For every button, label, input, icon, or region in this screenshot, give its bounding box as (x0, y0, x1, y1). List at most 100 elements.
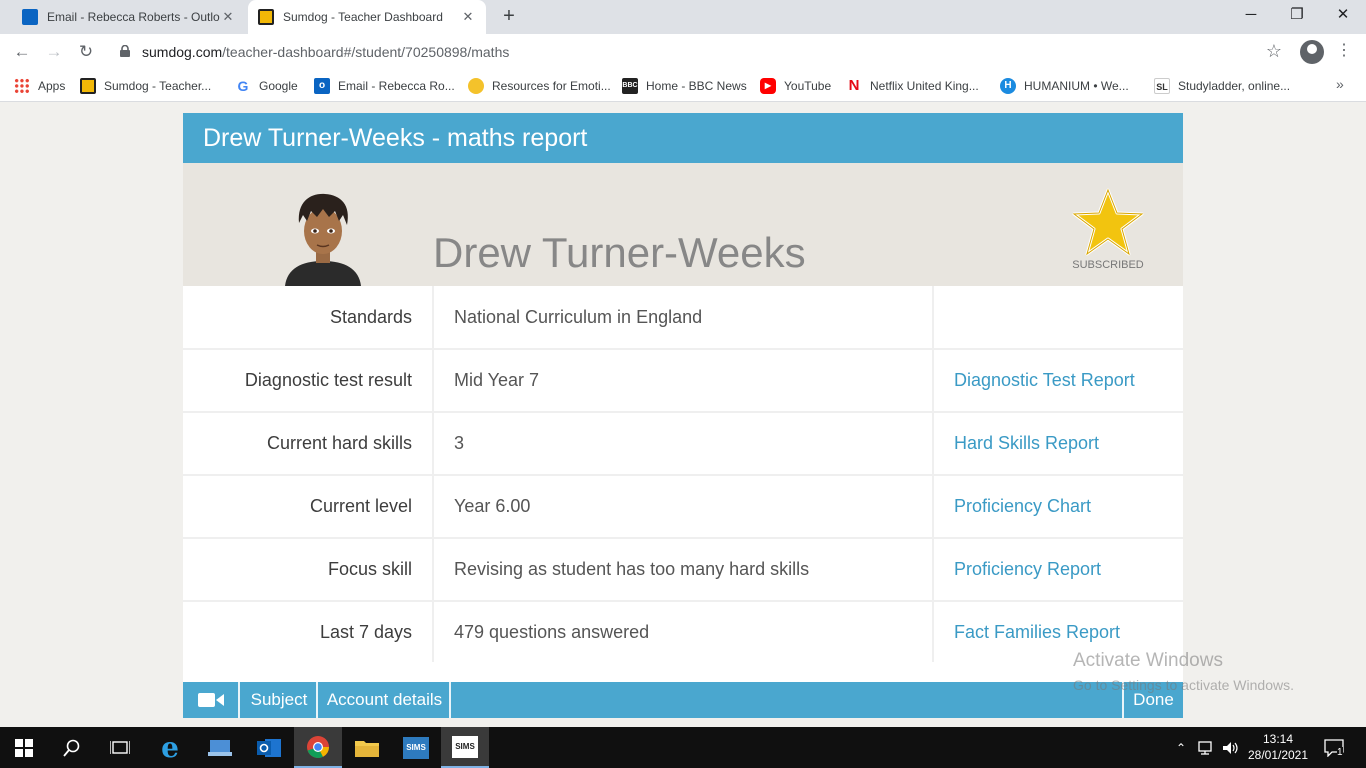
back-arrow-icon[interactable]: ← (11, 41, 33, 63)
search-icon[interactable] (48, 727, 96, 768)
bookmark-resources[interactable]: Resources for Emoti... (468, 76, 611, 96)
bookmark-netflix[interactable]: N Netflix United King... (846, 76, 979, 96)
row-value: 479 questions answered (433, 601, 934, 665)
internet-explorer-icon[interactable]: e (146, 727, 194, 768)
clock-time: 13:14 (1262, 732, 1294, 746)
clock-date: 28/01/2021 (1247, 748, 1309, 762)
bookmark-label: Home - BBC News (646, 79, 747, 93)
tab-title: Email - Rebecca Roberts - Outlook (47, 10, 220, 24)
tray-overflow-icon[interactable]: ⌃ (1176, 727, 1186, 768)
minimize-button[interactable]: ─ (1228, 0, 1274, 32)
apps-grid-icon (14, 78, 30, 94)
windows-start-icon[interactable] (0, 727, 48, 768)
tab-title: Sumdog - Teacher Dashboard (283, 10, 443, 24)
bookmarks-overflow-button[interactable]: » (1336, 76, 1344, 92)
sims-app-icon[interactable]: SIMS (392, 727, 440, 768)
file-manager-icon[interactable] (196, 727, 244, 768)
forward-arrow-icon[interactable]: → (43, 41, 65, 63)
close-tab-icon[interactable]: ✕ (220, 9, 236, 25)
bookmark-label: YouTube (784, 79, 832, 93)
subject-button[interactable]: Subject (242, 682, 318, 718)
outlook-icon[interactable] (245, 727, 293, 768)
subscribed-star-icon (1072, 188, 1144, 256)
network-icon[interactable] (1198, 727, 1216, 768)
outlook-icon: o (314, 78, 330, 94)
report-link[interactable]: Hard Skills Report (933, 412, 1183, 476)
report-card: Drew Turner-Weeks - maths report Drew Tu… (183, 113, 1183, 665)
bookmark-bbc[interactable]: BBC Home - BBC News (622, 76, 747, 96)
bookmark-google[interactable]: G Google (235, 76, 298, 96)
activate-windows-title: Activate Windows (1073, 650, 1223, 671)
bookmark-star-icon[interactable]: ☆ (1266, 41, 1282, 62)
lock-icon (120, 45, 130, 57)
report-header-title: Drew Turner-Weeks - maths report (183, 113, 1183, 163)
outlook-icon (22, 9, 38, 25)
tab-sumdog[interactable]: Sumdog - Teacher Dashboard ✕ (248, 0, 486, 34)
bookmark-label: Apps (38, 79, 66, 93)
report-link[interactable]: Proficiency Chart (933, 475, 1183, 539)
task-view-icon[interactable] (96, 727, 144, 768)
footer-bar: Subject Account details Done (183, 682, 1183, 718)
menu-kebab-icon[interactable]: ⋮ (1336, 40, 1352, 60)
report-link[interactable]: Diagnostic Test Report (933, 349, 1183, 413)
google-icon: G (237, 78, 249, 94)
report-link[interactable]: Proficiency Report (933, 538, 1183, 602)
file-explorer-icon[interactable] (343, 727, 391, 768)
report-row: Standards National Curriculum in England (183, 286, 1183, 350)
bookmark-email[interactable]: o Email - Rebecca Ro... (314, 76, 455, 96)
tab-outlook[interactable]: Email - Rebecca Roberts - Outlook ✕ (12, 0, 246, 34)
bbc-icon: BBC (622, 78, 638, 94)
row-value: Mid Year 7 (433, 349, 934, 413)
sims-app-icon-2[interactable]: SIMS (441, 727, 489, 768)
taskbar-clock[interactable]: 13:14 28/01/2021 (1244, 731, 1312, 763)
sumdog-icon (80, 78, 96, 94)
restore-button[interactable]: ❐ (1274, 0, 1320, 32)
bookmark-label: Email - Rebecca Ro... (338, 79, 455, 93)
bookmark-label: Sumdog - Teacher... (104, 79, 212, 93)
notification-center-icon[interactable]: 1 (1324, 727, 1344, 768)
bookmark-apps[interactable]: Apps (14, 76, 65, 96)
report-row: Diagnostic test result Mid Year 7 Diagnost… (183, 349, 1183, 413)
bookmark-sumdog[interactable]: Sumdog - Teacher... (80, 76, 211, 96)
url-text[interactable]: sumdog.com/teacher-dashboard#/student/70… (142, 44, 509, 60)
netflix-icon: N (848, 77, 860, 94)
row-label: Current hard skills (183, 412, 434, 476)
new-tab-button[interactable]: + (498, 5, 520, 27)
report-table: Standards National Curriculum in England D… (183, 286, 1183, 665)
sims-label: SIMS (452, 735, 478, 758)
profile-avatar-icon[interactable] (1300, 40, 1324, 64)
url-path: /teacher-dashboard#/student/70250898/mat… (222, 44, 510, 60)
student-avatar (285, 193, 361, 286)
bee-icon (468, 78, 484, 94)
bookmark-label: Google (259, 79, 298, 93)
row-label: Diagnostic test result (183, 349, 434, 413)
row-value: National Curriculum in England (433, 286, 934, 350)
student-name: Drew Turner-Weeks (433, 229, 806, 276)
row-label: Current level (183, 475, 434, 539)
url-host: sumdog.com (142, 44, 223, 60)
reload-icon[interactable]: ↻ (75, 41, 97, 63)
row-label: Standards (183, 286, 434, 350)
video-button[interactable] (183, 682, 240, 718)
humanium-icon: H (1000, 78, 1016, 94)
subscribed-label: SUBSCRIBED (1072, 259, 1144, 271)
bookmark-youtube[interactable]: ▶ YouTube (760, 76, 831, 96)
bookmark-studyladder[interactable]: SL Studyladder, online... (1154, 76, 1290, 96)
account-details-button[interactable]: Account details (320, 682, 451, 718)
address-bar[interactable]: sumdog.com/teacher-dashboard#/student/70… (110, 38, 1290, 66)
studyladder-icon: SL (1154, 78, 1170, 94)
sumdog-icon (258, 9, 274, 25)
bookmark-label: Netflix United King... (870, 79, 979, 93)
chrome-icon[interactable] (294, 727, 342, 768)
video-camera-icon (197, 693, 224, 707)
notification-count: 1 (1337, 747, 1343, 758)
close-window-button[interactable]: ✕ (1320, 0, 1366, 32)
close-tab-icon[interactable]: ✕ (460, 9, 476, 25)
bookmark-humanium[interactable]: H HUMANIUM • We... (1000, 76, 1129, 96)
bookmark-label: HUMANIUM • We... (1024, 79, 1129, 93)
browser-toolbar: ← → ↻ sumdog.com/teacher-dashboard#/stud… (0, 34, 1366, 70)
bookmarks-bar: Apps Sumdog - Teacher... G Google o Emai… (0, 70, 1366, 102)
page-content: Drew Turner-Weeks - maths report Drew Tu… (0, 102, 1366, 726)
report-row: Current level Year 6.00 Proficiency Chart (183, 475, 1183, 539)
volume-icon[interactable] (1222, 727, 1240, 768)
